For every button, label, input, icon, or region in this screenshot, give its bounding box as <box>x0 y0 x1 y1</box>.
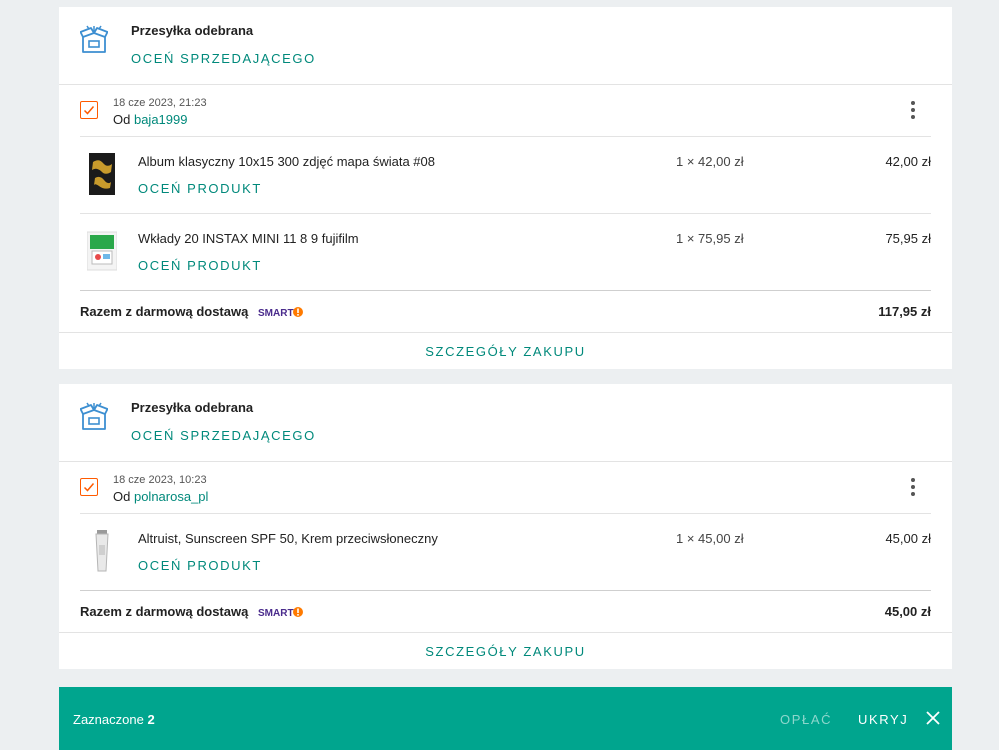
checkbox-checked-icon <box>83 106 95 115</box>
purchase-details-button[interactable]: SZCZEGÓŁY ZAKUPU <box>59 632 952 669</box>
seller-from: Od baja1999 <box>113 112 187 127</box>
rate-seller-link[interactable]: OCEŃ SPRZEDAJĄCEGO <box>131 428 316 443</box>
selection-bar: Zaznaczone 2 OPŁAĆ UKRYJ <box>59 687 952 750</box>
from-label: Od <box>113 489 131 504</box>
list-item: Wkłady 20 INSTAX MINI 11 8 9 fujifilm OC… <box>80 214 931 291</box>
shipment-status: Przesyłka odebrana <box>131 23 254 38</box>
order-card: Przesyłka odebrana OCEŃ SPRZEDAJĄCEGO 18… <box>59 384 952 669</box>
svg-text:SMART: SMART <box>258 308 294 319</box>
order-header: Przesyłka odebrana OCEŃ SPRZEDAJĄCEGO <box>59 7 952 85</box>
more-vertical-icon[interactable] <box>907 476 919 500</box>
product-name[interactable]: Altruist, Sunscreen SPF 50, Krem przeciw… <box>138 531 438 546</box>
order-total-amount: 45,00 zł <box>884 604 931 619</box>
order-checkbox[interactable] <box>80 101 98 119</box>
total-label: Razem z darmową dostawą SMART <box>80 304 304 319</box>
product-thumbnail[interactable] <box>87 152 117 196</box>
list-item: Altruist, Sunscreen SPF 50, Krem przeciw… <box>80 514 931 591</box>
rate-seller-link[interactable]: OCEŃ SPRZEDAJĄCEGO <box>131 51 316 66</box>
more-vertical-icon[interactable] <box>907 99 919 123</box>
product-qty: 1 × 75,95 zł <box>676 231 744 246</box>
selected-count-label: Zaznaczone 2 <box>73 712 155 727</box>
checkbox-checked-icon <box>83 483 95 492</box>
pay-button[interactable]: OPŁAĆ <box>780 712 832 727</box>
product-thumbnail[interactable] <box>87 529 117 573</box>
order-total-amount: 117,95 zł <box>878 304 931 319</box>
product-price: 42,00 zł <box>885 154 931 169</box>
shipment-status: Przesyłka odebrana <box>131 400 254 415</box>
selected-label: Zaznaczone <box>73 712 144 727</box>
product-qty: 1 × 42,00 zł <box>676 154 744 169</box>
smart-badge: SMART <box>258 306 303 319</box>
seller-from: Od polnarosa_pl <box>113 489 208 504</box>
order-card: Przesyłka odebrana OCEŃ SPRZEDAJĄCEGO 18… <box>59 7 952 369</box>
hide-button[interactable]: UKRYJ <box>858 712 908 727</box>
product-name[interactable]: Wkłady 20 INSTAX MINI 11 8 9 fujifilm <box>138 231 359 246</box>
product-qty: 1 × 45,00 zł <box>676 531 744 546</box>
order-date: 18 cze 2023, 21:23 <box>113 97 207 109</box>
close-icon[interactable] <box>925 710 941 726</box>
order-total-row: Razem z darmową dostawą SMART 45,00 zł <box>80 591 931 633</box>
seller-row: 18 cze 2023, 10:23 Od polnarosa_pl <box>80 462 931 514</box>
list-item: Album klasyczny 10x15 300 zdjęć mapa świ… <box>80 137 931 214</box>
total-label-text: Razem z darmową dostawą <box>80 604 249 619</box>
rate-product-link[interactable]: OCEŃ PRODUKT <box>138 181 262 196</box>
selected-count: 2 <box>147 712 155 727</box>
order-date: 18 cze 2023, 10:23 <box>113 474 207 486</box>
seller-link[interactable]: baja1999 <box>134 112 188 127</box>
total-label: Razem z darmową dostawą SMART <box>80 604 304 619</box>
package-open-icon <box>80 402 108 430</box>
order-total-row: Razem z darmową dostawą SMART 117,95 zł <box>80 291 931 333</box>
product-price: 75,95 zł <box>885 231 931 246</box>
purchase-details-button[interactable]: SZCZEGÓŁY ZAKUPU <box>59 332 952 369</box>
seller-row: 18 cze 2023, 21:23 Od baja1999 <box>80 85 931 137</box>
order-header: Przesyłka odebrana OCEŃ SPRZEDAJĄCEGO <box>59 384 952 462</box>
seller-link[interactable]: polnarosa_pl <box>134 489 208 504</box>
smart-badge: SMART <box>258 606 303 619</box>
total-label-text: Razem z darmową dostawą <box>80 304 249 319</box>
from-label: Od <box>113 112 131 127</box>
product-name[interactable]: Album klasyczny 10x15 300 zdjęć mapa świ… <box>138 154 435 169</box>
order-checkbox[interactable] <box>80 478 98 496</box>
svg-text:SMART: SMART <box>258 608 294 619</box>
product-price: 45,00 zł <box>885 531 931 546</box>
product-thumbnail[interactable] <box>87 229 117 273</box>
rate-product-link[interactable]: OCEŃ PRODUKT <box>138 258 262 273</box>
package-open-icon <box>80 25 108 53</box>
rate-product-link[interactable]: OCEŃ PRODUKT <box>138 558 262 573</box>
